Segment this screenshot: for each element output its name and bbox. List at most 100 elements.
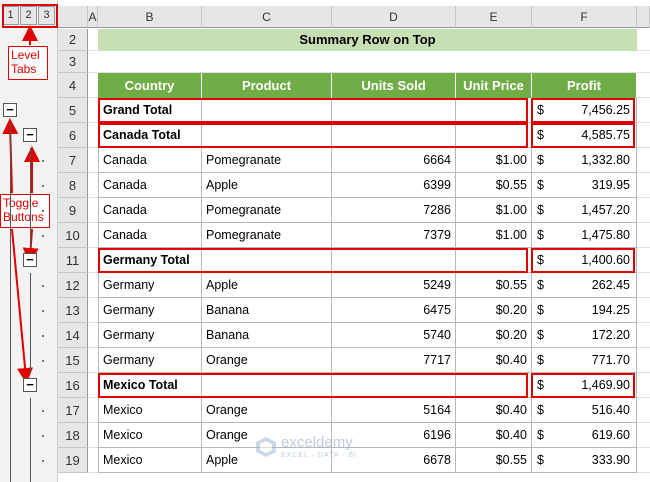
table-header-units-sold[interactable]: Units Sold <box>332 73 456 98</box>
summary-row-highlight <box>98 123 528 148</box>
cell-units-sold[interactable]: 5164 <box>332 398 456 423</box>
profit-value: 262.45 <box>591 278 630 292</box>
currency-symbol: $ <box>537 428 544 442</box>
cell-unit-price[interactable]: $1.00 <box>456 223 532 248</box>
profit-value: 1,332.80 <box>581 153 630 167</box>
currency-symbol: $ <box>537 278 544 292</box>
profit-value: 194.25 <box>591 303 630 317</box>
cell-product[interactable]: Banana <box>202 323 332 348</box>
cell-unit-price[interactable]: $0.55 <box>456 173 532 198</box>
currency-symbol: $ <box>537 228 544 242</box>
cell-unit-price[interactable]: $1.00 <box>456 148 532 173</box>
currency-symbol: $ <box>537 178 544 192</box>
cell-unit-price[interactable]: $0.20 <box>456 323 532 348</box>
outline-level-2-line <box>30 273 31 373</box>
watermark-tagline: EXCEL · DATA · BI <box>281 452 357 459</box>
table-header-product[interactable]: Product <box>202 73 332 98</box>
exceldemy-watermark: exceldemy EXCEL · DATA · BI <box>255 434 415 464</box>
cell-country[interactable]: Canada <box>98 223 202 248</box>
cell-profit[interactable]: $619.60 <box>532 423 637 448</box>
cell-country[interactable]: Canada <box>98 198 202 223</box>
summary-profit-highlight <box>531 98 635 123</box>
cell-country[interactable]: Canada <box>98 148 202 173</box>
cell-profit[interactable]: $1,475.80 <box>532 223 637 248</box>
summary-row-highlight <box>98 373 528 398</box>
cell-unit-price[interactable]: $0.55 <box>456 448 532 473</box>
cell-country[interactable]: Mexico <box>98 448 202 473</box>
cell-product[interactable]: Orange <box>202 348 332 373</box>
currency-symbol: $ <box>537 353 544 367</box>
collapse-mexico-toggle[interactable]: − <box>23 378 37 392</box>
cell-product[interactable]: Pomegranate <box>202 198 332 223</box>
currency-symbol: $ <box>537 203 544 217</box>
collapse-canada-toggle[interactable]: − <box>23 128 37 142</box>
cell-country[interactable]: Canada <box>98 173 202 198</box>
outline-detail-dot <box>42 210 44 212</box>
cell-profit[interactable]: $172.20 <box>532 323 637 348</box>
column-header-B[interactable]: B <box>98 6 202 28</box>
cell-product[interactable]: Apple <box>202 273 332 298</box>
table-header-country[interactable]: Country <box>98 73 202 98</box>
cell-unit-price[interactable]: $0.55 <box>456 273 532 298</box>
exceldemy-logo-icon <box>256 437 276 457</box>
profit-value: 1,457.20 <box>581 203 630 217</box>
cell-profit[interactable]: $319.95 <box>532 173 637 198</box>
cell-units-sold[interactable]: 6475 <box>332 298 456 323</box>
cell-profit[interactable]: $516.40 <box>532 398 637 423</box>
column-header-C[interactable]: C <box>202 6 332 28</box>
cell-country[interactable]: Mexico <box>98 423 202 448</box>
cell-profit[interactable]: $771.70 <box>532 348 637 373</box>
cell-product[interactable]: Banana <box>202 298 332 323</box>
profit-value: 1,475.80 <box>581 228 630 242</box>
outline-detail-dot <box>42 310 44 312</box>
collapse-germany-toggle[interactable]: − <box>23 253 37 267</box>
outline-detail-dot <box>42 185 44 187</box>
cell-country[interactable]: Germany <box>98 323 202 348</box>
cell-unit-price[interactable]: $0.40 <box>456 398 532 423</box>
outline-detail-dot <box>42 285 44 287</box>
collapse-grand-total-toggle[interactable]: − <box>3 103 17 117</box>
cell-units-sold[interactable]: 7286 <box>332 198 456 223</box>
column-header-D[interactable]: D <box>332 6 456 28</box>
cell-country[interactable]: Germany <box>98 273 202 298</box>
profit-value: 172.20 <box>591 328 630 342</box>
cell-product[interactable]: Pomegranate <box>202 223 332 248</box>
currency-symbol: $ <box>537 328 544 342</box>
table-header-profit[interactable]: Profit <box>532 73 637 98</box>
cell-units-sold[interactable]: 7379 <box>332 223 456 248</box>
cell-profit[interactable]: $1,332.80 <box>532 148 637 173</box>
summary-profit-highlight <box>531 373 635 398</box>
cell-unit-price[interactable]: $0.40 <box>456 423 532 448</box>
profit-value: 333.90 <box>591 453 630 467</box>
cell-unit-price[interactable]: $0.20 <box>456 298 532 323</box>
cell-country[interactable]: Germany <box>98 298 202 323</box>
cell-units-sold[interactable]: 7717 <box>332 348 456 373</box>
summary-profit-highlight <box>531 248 635 273</box>
cell-units-sold[interactable]: 6399 <box>332 173 456 198</box>
cell-profit[interactable]: $333.90 <box>532 448 637 473</box>
cell-units-sold[interactable]: 6664 <box>332 148 456 173</box>
cell-product[interactable]: Apple <box>202 173 332 198</box>
column-header-E[interactable]: E <box>456 6 532 28</box>
cell-product[interactable]: Orange <box>202 398 332 423</box>
cell-country[interactable]: Mexico <box>98 398 202 423</box>
profit-value: 516.40 <box>591 403 630 417</box>
summary-title[interactable]: Summary Row on Top <box>98 29 637 51</box>
column-header-F[interactable]: F <box>532 6 637 28</box>
cell-country[interactable]: Germany <box>98 348 202 373</box>
currency-symbol: $ <box>537 403 544 417</box>
column-header-next[interactable] <box>637 6 650 28</box>
table-header-unit-price[interactable]: Unit Price <box>456 73 532 98</box>
cell-profit[interactable]: $262.45 <box>532 273 637 298</box>
cell-units-sold[interactable]: 5249 <box>332 273 456 298</box>
summary-row-highlight <box>98 248 528 273</box>
profit-value: 619.60 <box>591 428 630 442</box>
outline-level-1-line <box>10 123 11 482</box>
cell-profit[interactable]: $1,457.20 <box>532 198 637 223</box>
outline-detail-dot <box>42 335 44 337</box>
cell-unit-price[interactable]: $0.40 <box>456 348 532 373</box>
cell-profit[interactable]: $194.25 <box>532 298 637 323</box>
cell-unit-price[interactable]: $1.00 <box>456 198 532 223</box>
cell-product[interactable]: Pomegranate <box>202 148 332 173</box>
cell-units-sold[interactable]: 5740 <box>332 323 456 348</box>
